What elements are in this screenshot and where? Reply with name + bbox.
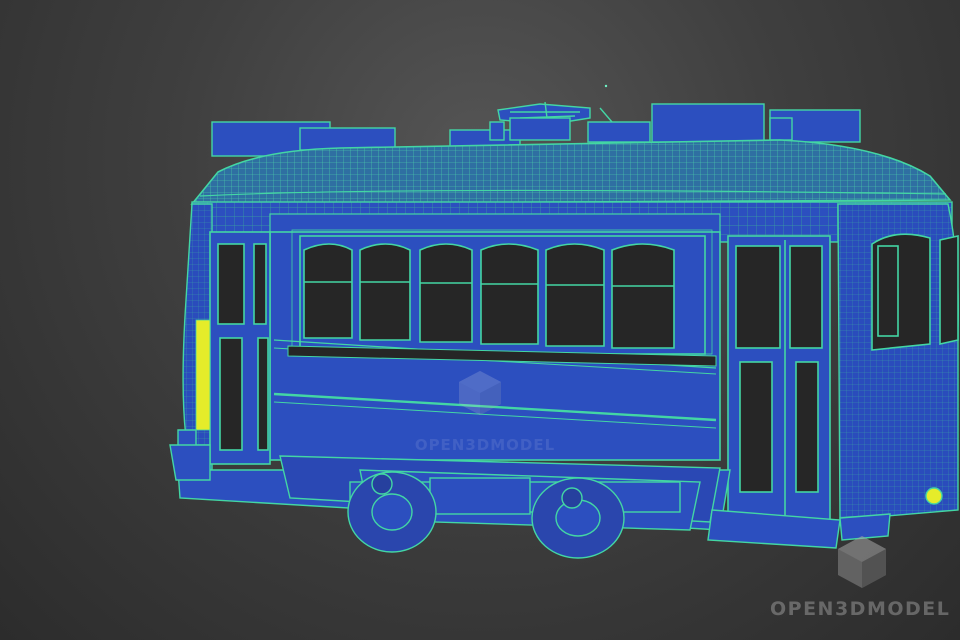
watermark-text: OPEN3DMODEL xyxy=(770,598,951,620)
center-watermark-logo-icon xyxy=(459,371,501,415)
tram-roof xyxy=(190,139,952,205)
cube-logo-icon xyxy=(838,536,886,588)
center-watermark-text: OPEN3DMODEL xyxy=(414,436,556,454)
tram-wireframe-model xyxy=(169,84,959,559)
yellow-end-panel xyxy=(195,319,211,431)
bumper-light xyxy=(925,487,943,505)
3d-viewport[interactable]: OPEN3DMODEL OPEN3DMODEL xyxy=(0,0,960,640)
